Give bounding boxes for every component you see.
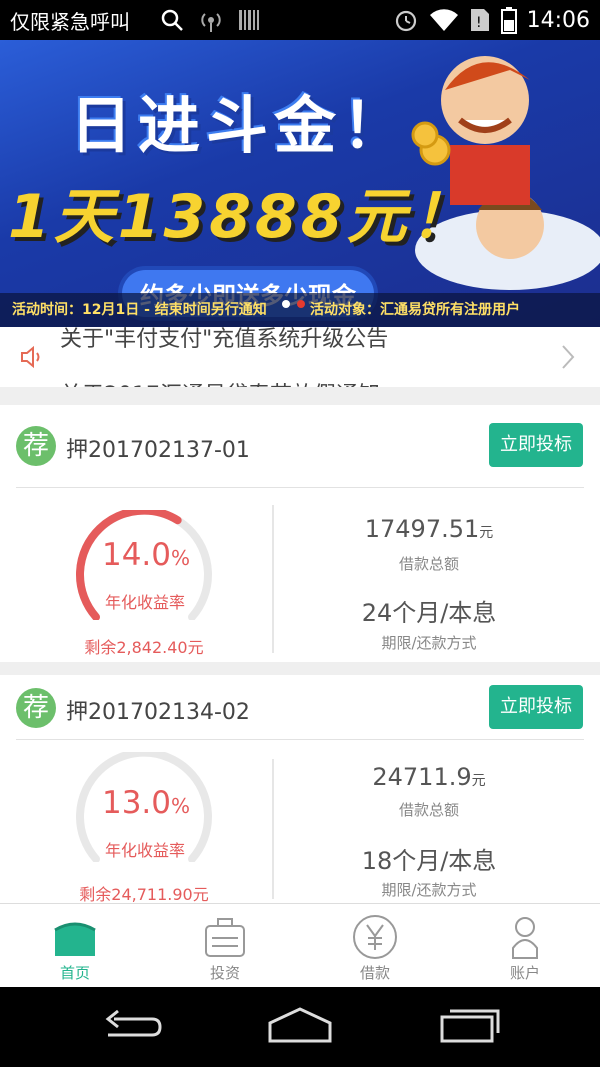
search-icon [161, 9, 183, 31]
amount-label: 借款总额 [398, 555, 459, 573]
status-icons-right: ! 14:06 [393, 6, 590, 34]
remaining-amount: 剩余24,711.90元 [79, 885, 209, 903]
recents-icon[interactable] [438, 1005, 502, 1045]
home-nav-icon[interactable] [266, 1005, 334, 1045]
banner-activity-time: 活动时间：12月1日 - 结束时间另行通知 [12, 302, 267, 318]
tab-invest[interactable]: 投资 [150, 904, 300, 988]
speaker-icon [21, 345, 40, 369]
loan-card[interactable]: 荐 押201702134-02 立即投标 13.0% 年化收益率 剩余24,71… [0, 675, 600, 903]
loan-amount: 24711.9元 [274, 763, 584, 791]
carousel-dot-active[interactable] [297, 300, 305, 308]
back-icon[interactable] [100, 1005, 164, 1045]
term-label: 期限/还款方式 [381, 634, 477, 652]
rate-unit: % [171, 546, 191, 570]
barcode-icon [239, 10, 259, 30]
rate-label: 年化收益率 [104, 593, 185, 612]
loan-id: 押201702134-02 [66, 700, 250, 725]
carousel-dot[interactable] [282, 300, 290, 308]
recommend-badge: 荐 [16, 688, 56, 728]
tab-label: 投资 [209, 964, 240, 982]
svg-text:!: ! [476, 15, 482, 31]
divider [16, 739, 584, 740]
yen-icon [353, 915, 397, 959]
carrier-text: 仅限紧急呼叫 [10, 10, 130, 34]
chevron-right-icon [562, 345, 575, 369]
remaining-amount: 剩余2,842.40元 [84, 638, 204, 657]
battery-icon [500, 7, 517, 34]
tab-borrow[interactable]: 借款 [300, 904, 450, 988]
briefcase-icon [205, 918, 245, 957]
bid-now-button[interactable]: 立即投标 [489, 685, 583, 729]
user-icon [512, 917, 538, 959]
term-label: 期限/还款方式 [381, 881, 477, 899]
bid-now-button[interactable]: 立即投标 [489, 423, 583, 467]
system-nav-bar [0, 987, 600, 1067]
loan-card-header: 荐 押201702137-01 立即投标 [0, 405, 600, 487]
loan-amount: 17497.51元 [274, 515, 584, 543]
sim-icon: ! [470, 9, 489, 31]
loan-term: 24个月/本息 [361, 599, 497, 627]
tab-label: 首页 [59, 964, 90, 982]
alarm-icon [395, 10, 416, 32]
notice-item[interactable]: 关于2017汇通易贷春节放假通知 [60, 377, 380, 387]
bottom-tab-bar: 首页 投资 借款 账户 [0, 903, 600, 988]
loan-card[interactable]: 荐 押201702137-01 立即投标 14.0% 年化收益率 剩余2,842… [0, 405, 600, 662]
notice-ticker[interactable]: 关于"丰付支付"充值系统升级公告 关于2017汇通易贷春节放假通知 [0, 327, 600, 387]
amount-value: 24711.9 [372, 763, 472, 791]
home-icon [54, 922, 96, 956]
rate-unit: % [171, 794, 191, 818]
amount-value: 17497.51 [364, 515, 480, 543]
rate-label: 年化收益率 [104, 841, 185, 860]
amount-label: 借款总额 [398, 801, 459, 819]
status-icons-left [160, 8, 260, 32]
divider [16, 487, 584, 488]
tab-label: 账户 [509, 964, 540, 982]
wifi-icon [429, 9, 458, 31]
notice-item[interactable]: 关于"丰付支付"充值系统升级公告 [60, 327, 388, 353]
hotspot-icon [201, 13, 221, 32]
rate-value: 13.0 [101, 785, 171, 821]
tab-home[interactable]: 首页 [0, 904, 150, 988]
recommend-badge: 荐 [16, 426, 56, 466]
promo-banner[interactable]: 日进斗金！ 1天13888元！ 约多少即送多少现金 活动时间：12月1日 - 结… [0, 40, 600, 327]
carousel-dots [282, 300, 305, 308]
rate-value: 14.0 [101, 537, 171, 573]
amount-unit: 元 [479, 525, 494, 541]
tab-label: 借款 [359, 964, 390, 982]
banner-activity-target: 活动对象：汇通易贷所有注册用户 [310, 302, 520, 318]
banner-headline: 日进斗金！ [70, 89, 411, 162]
amount-unit: 元 [471, 773, 486, 789]
loan-card-header: 荐 押201702134-02 立即投标 [0, 675, 600, 757]
annual-rate: 13.0% [96, 785, 196, 821]
clock: 14:06 [526, 7, 590, 33]
loan-term: 18个月/本息 [361, 847, 497, 875]
banner-amount: 1天13888元！ [8, 182, 475, 252]
status-bar: 仅限紧急呼叫 ! 14:06 [0, 0, 600, 40]
loan-id: 押201702137-01 [66, 438, 250, 463]
annual-rate: 14.0% [96, 537, 196, 573]
tab-account[interactable]: 账户 [450, 904, 600, 988]
